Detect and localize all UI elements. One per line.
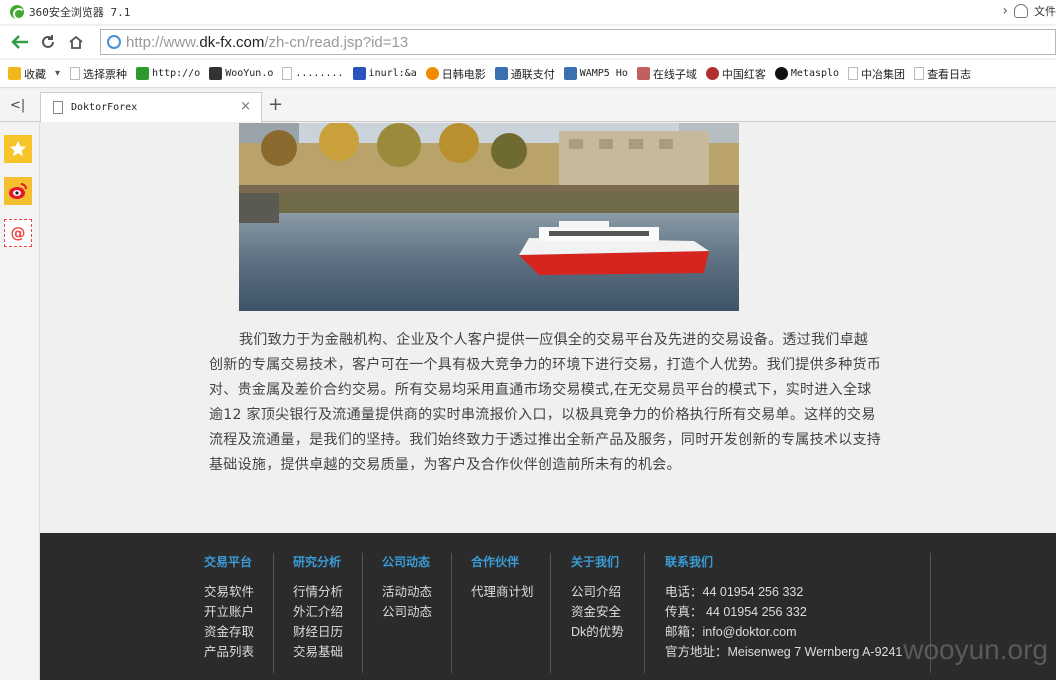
footer-link[interactable]: 活动动态 (382, 582, 451, 602)
tab-doktorforex[interactable]: DoktorForex × (40, 92, 262, 122)
favorites-button[interactable] (4, 135, 32, 163)
file-menu[interactable]: 文件 (1034, 3, 1056, 19)
footer-link: 官方地址：Meisenweg 7 Wernberg A-9241 (665, 645, 903, 659)
bookmark-item[interactable]: 中冶集团 (848, 66, 905, 82)
paw-icon (352, 67, 366, 80)
titlebar-right: › 文件 (1002, 3, 1056, 19)
chevron-right-icon[interactable]: › (1002, 3, 1008, 19)
bookmark-item[interactable]: 在线子域 (636, 66, 697, 82)
metasploit-icon (774, 67, 788, 80)
browser-titlebar: 360安全浏览器 7.1 › 文件 (0, 0, 1056, 24)
window-title: 360安全浏览器 7.1 (29, 6, 131, 19)
back-arrow-icon (11, 35, 28, 49)
footer-column: 关于我们公司介绍 资金安全 Dk的优势 (571, 553, 645, 673)
favorites-dropdown-icon[interactable]: ▾ (55, 68, 60, 79)
wamp-icon (494, 67, 508, 80)
bookmark-item[interactable]: 收藏 (8, 66, 46, 82)
footer-column: 交易平台交易软件 开立账户 资金存取 产品列表 (204, 553, 274, 673)
footer-link[interactable]: 开立账户 (204, 602, 273, 622)
footer-column-title: 关于我们 (571, 555, 620, 569)
footer-column-title: 研究分析 (293, 555, 342, 569)
watermark-text: wooyun.org (903, 634, 1048, 665)
user-icon[interactable] (1014, 4, 1028, 18)
home-button[interactable] (62, 28, 90, 56)
navigation-bar: http://www.dk-fx.com/zh-cn/read.jsp?id=1… (0, 26, 1056, 58)
footer-link[interactable]: 行情分析 (293, 582, 362, 602)
footer-column: 联系我们电话：44 01954 256 332 传真： 44 01954 256 … (665, 553, 931, 673)
footer-link: 邮箱：info@doktor.com (665, 625, 797, 639)
article-photo (239, 123, 739, 311)
bookmark-item[interactable]: Metasplo (774, 67, 839, 80)
weibo-icon (9, 183, 27, 199)
footer-column-title: 公司动态 (382, 555, 431, 569)
footer-column: 公司动态 活动动态 公司动态 (382, 553, 452, 673)
page-icon (70, 67, 81, 80)
footer-column-title: 合作伙伴 (471, 555, 520, 569)
bookmark-item[interactable]: WooYun.o (209, 67, 273, 80)
footer-column: 合作伙伴 代理商计划 (471, 553, 551, 673)
star-plus-icon (8, 67, 21, 80)
page-icon (53, 101, 63, 114)
footer-link[interactable]: 财经日历 (293, 622, 362, 642)
play-icon (425, 67, 439, 80)
page-content: 我们致力于为金融机构、企业及个人客户提供一应俱全的交易平台及先进的交易设备。透过… (40, 123, 1056, 533)
footer-link[interactable]: 公司介绍 (571, 582, 644, 602)
new-tab-button[interactable]: + (268, 94, 283, 115)
footer-column-title: 交易平台 (204, 555, 253, 569)
bookmark-item[interactable]: 通联支付 (494, 66, 555, 82)
cat-icon (636, 67, 650, 80)
star-icon (9, 140, 27, 157)
weibo-button[interactable] (4, 177, 32, 205)
footer-column: 研究分析行情分析 外汇介绍 财经日历 交易基础 (293, 553, 363, 673)
bookmark-item[interactable]: ........ (282, 67, 344, 80)
tab-title: DoktorForex (71, 102, 138, 113)
url-text[interactable]: http://www.dk-fx.com/zh-cn/read.jsp?id=1… (126, 34, 408, 51)
footer-column-title: 联系我们 (665, 555, 714, 569)
article-paragraph: 我们致力于为金融机构、企业及个人客户提供一应俱全的交易平台及先进的交易设备。透过… (209, 332, 882, 473)
bookmarks-bar: 收藏 ▾ 选择票种 http://o WooYun.o........ inurl:&a 日… (0, 60, 1056, 88)
footer-link[interactable]: 资金安全 (571, 602, 644, 622)
back-button[interactable] (6, 28, 34, 56)
at-sign-icon: @ (10, 224, 26, 242)
address-bar[interactable]: http://www.dk-fx.com/zh-cn/read.jsp?id=1… (100, 29, 1056, 55)
footer-link[interactable]: 资金存取 (204, 622, 273, 642)
refresh-button[interactable] (34, 28, 62, 56)
tab-collapse-icon[interactable]: <| (10, 98, 25, 113)
browser-sidebar: @ (0, 123, 40, 680)
wamp-icon (563, 67, 577, 80)
footer-link[interactable]: 交易软件 (204, 582, 273, 602)
home-icon (69, 35, 83, 49)
footer-link[interactable]: 产品列表 (204, 642, 273, 662)
gear-green-icon (136, 67, 150, 80)
tab-bar: <| DoktorForex × + (0, 90, 1056, 122)
footer-link[interactable]: 代理商计划 (471, 582, 550, 602)
footer-link: 传真： 44 01954 256 332 (665, 605, 807, 619)
bookmark-item[interactable]: 中国红客 (705, 66, 766, 82)
wooyun-icon (209, 67, 223, 80)
bookmark-item[interactable]: inurl:&a (352, 67, 417, 80)
site-footer: 交易平台 交易软件 开立账户 资金存取 产品列表 研究分析 行情分析 外汇介绍 财经日历 交易基础… (40, 533, 1056, 680)
page-icon (282, 67, 293, 80)
page-icon (914, 67, 925, 80)
footer-link[interactable]: Dk的优势 (571, 622, 644, 642)
footer-link: 电话：44 01954 256 332 (665, 585, 804, 599)
bookmark-item[interactable]: http://o (136, 67, 200, 80)
bookmark-item[interactable]: 日韩电影 (425, 66, 486, 82)
badge-icon (705, 67, 719, 80)
footer-link[interactable]: 交易基础 (293, 642, 362, 662)
footer-link[interactable]: 外汇介绍 (293, 602, 362, 622)
globe-icon (107, 35, 121, 49)
refresh-icon (42, 35, 54, 48)
close-tab-icon[interactable]: × (240, 99, 251, 114)
bookmark-item[interactable]: 查看日志 (914, 66, 971, 82)
mail-button[interactable]: @ (4, 219, 32, 247)
page-icon (848, 67, 859, 80)
bookmark-item[interactable]: 选择票种 (70, 66, 127, 82)
footer-link[interactable]: 公司动态 (382, 602, 451, 622)
bookmark-item[interactable]: WAMP5 Ho (563, 67, 628, 80)
browser-logo-icon (10, 5, 25, 20)
